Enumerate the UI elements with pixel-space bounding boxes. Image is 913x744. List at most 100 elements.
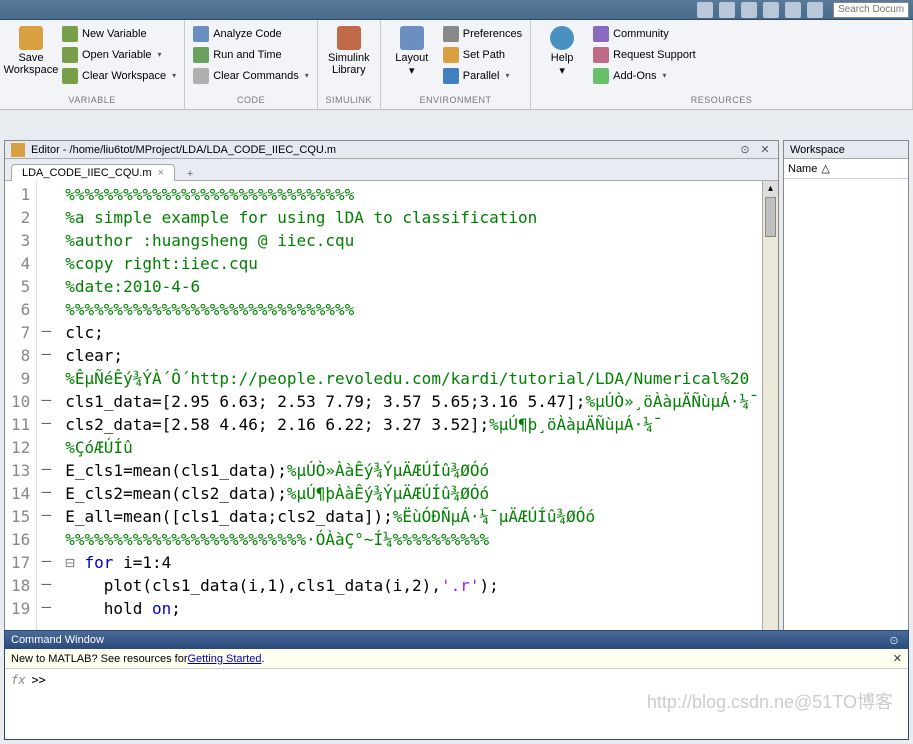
tab-label: LDA_CODE_IIEC_CQU.m [22, 167, 152, 179]
editor-doc-icon [11, 143, 25, 157]
group-caption: SIMULINK [324, 93, 374, 107]
label: Request Support [613, 49, 696, 61]
workspace-panel: Workspace Name △ [783, 140, 909, 664]
label: Clear Workspace [82, 70, 166, 82]
clear-workspace-icon [62, 68, 78, 84]
simulink-library-button[interactable]: Simulink Library [324, 24, 374, 78]
clear-commands-icon [193, 68, 209, 84]
close-panel-button[interactable]: ✕ [758, 143, 772, 157]
ribbon-group-variable: Save Workspace New Variable Open Variabl… [0, 20, 185, 109]
scroll-thumb[interactable] [765, 197, 776, 237]
label: Community [613, 28, 669, 40]
quick-icon[interactable] [741, 2, 757, 18]
getting-started-link[interactable]: Getting Started [187, 653, 261, 665]
chevron-down-icon: ▾ [172, 71, 176, 80]
code-text[interactable]: %%%%%%%%%%%%%%%%%%%%%%%%%%%%%%%a simple … [55, 181, 762, 647]
simulink-icon [337, 26, 361, 50]
label: Analyze Code [213, 28, 282, 40]
chevron-down-icon: ▾ [305, 71, 309, 80]
ribbon-group-environment: Layout ▾ Preferences Set Path Parallel▾ … [381, 20, 531, 109]
workspace-title: Workspace [790, 144, 845, 156]
workspace-column-header[interactable]: Name △ [784, 159, 908, 179]
layout-button[interactable]: Layout ▾ [387, 24, 437, 79]
community-button[interactable]: Community [591, 24, 698, 43]
label: Name [788, 163, 817, 175]
editor-title-bar: Editor - /home/liu6tot/MProject/LDA/LDA_… [5, 141, 778, 159]
chevron-down-icon: ▾ [409, 64, 415, 77]
command-input-area[interactable]: fx >> [5, 669, 908, 739]
label: New Variable [82, 28, 147, 40]
clear-workspace-button[interactable]: Clear Workspace ▾ [60, 66, 178, 85]
set-path-button[interactable]: Set Path [441, 45, 524, 64]
clear-commands-button[interactable]: Clear Commands ▾ [191, 66, 311, 85]
tab-active[interactable]: LDA_CODE_IIEC_CQU.m × [11, 164, 175, 181]
chevron-down-icon: ▾ [559, 64, 565, 77]
run-and-time-button[interactable]: Run and Time [191, 45, 311, 64]
community-icon [593, 26, 609, 42]
add-ons-button[interactable]: Add-Ons▾ [591, 66, 698, 85]
dock-button[interactable]: ⊙ [886, 634, 902, 647]
path-icon [443, 47, 459, 63]
prompt: >> [31, 673, 45, 687]
help-icon [550, 26, 574, 50]
scroll-up-icon[interactable]: ▴ [763, 181, 778, 197]
label: Open Variable [82, 49, 152, 61]
quick-icon[interactable] [697, 2, 713, 18]
layout-icon [400, 26, 424, 50]
hint-text: . [261, 653, 264, 665]
label: Parallel [463, 70, 500, 82]
dock-button[interactable]: ⊙ [738, 143, 752, 157]
close-banner-icon[interactable]: ✕ [893, 652, 902, 665]
hint-text: New to MATLAB? See resources for [11, 653, 187, 665]
add-tab-button[interactable]: + [181, 168, 199, 180]
tab-close-icon[interactable]: × [158, 167, 164, 179]
code-area: 12345678910111213141516171819 ––––––––––… [5, 181, 778, 647]
command-window: Command Window ⊙ New to MATLAB? See reso… [4, 630, 909, 740]
analyze-icon [193, 26, 209, 42]
label: Clear Commands [213, 70, 299, 82]
label: Run and Time [213, 49, 281, 61]
ribbon-group-code: Analyze Code Run and Time Clear Commands… [185, 20, 318, 109]
label: Help [551, 52, 574, 64]
parallel-icon [443, 68, 459, 84]
analyze-code-button[interactable]: Analyze Code [191, 24, 311, 43]
gear-icon [443, 26, 459, 42]
save-icon [19, 26, 43, 50]
chevron-down-icon: ▾ [663, 71, 667, 80]
quick-icon[interactable] [807, 2, 823, 18]
label: Layout [395, 52, 428, 64]
line-number-gutter: 12345678910111213141516171819 [5, 181, 37, 647]
fx-icon[interactable]: fx [11, 673, 25, 687]
parallel-button[interactable]: Parallel▾ [441, 66, 524, 85]
addons-icon [593, 68, 609, 84]
sort-asc-icon: △ [821, 162, 829, 175]
editor-title: Editor - /home/liu6tot/MProject/LDA/LDA_… [31, 144, 336, 156]
group-caption: CODE [191, 93, 311, 107]
label: Preferences [463, 28, 522, 40]
editor-tabbar: LDA_CODE_IIEC_CQU.m × + [5, 159, 778, 181]
chevron-down-icon: ▾ [158, 50, 162, 59]
quick-icon[interactable] [785, 2, 801, 18]
desk: Editor - /home/liu6tot/MProject/LDA/LDA_… [0, 140, 913, 664]
ribbon-group-resources: Help ▾ Community Request Support Add-Ons… [531, 20, 913, 109]
fold-marks: –––––––––– [37, 181, 55, 647]
request-support-button[interactable]: Request Support [591, 45, 698, 64]
ribbon: Save Workspace New Variable Open Variabl… [0, 20, 913, 110]
new-variable-button[interactable]: New Variable [60, 24, 178, 43]
group-caption: RESOURCES [537, 93, 906, 107]
title-bar [0, 0, 913, 20]
label: Simulink Library [328, 52, 370, 76]
command-window-title-bar: Command Window ⊙ [5, 631, 908, 649]
open-variable-icon [62, 47, 78, 63]
quick-icon[interactable] [719, 2, 735, 18]
label: Set Path [463, 49, 505, 61]
save-workspace-button[interactable]: Save Workspace [6, 24, 56, 78]
runtime-icon [193, 47, 209, 63]
open-variable-button[interactable]: Open Variable ▾ [60, 45, 178, 64]
preferences-button[interactable]: Preferences [441, 24, 524, 43]
quick-icon[interactable] [763, 2, 779, 18]
vertical-scrollbar[interactable]: ▴ ▾ [762, 181, 778, 647]
workspace-title-bar: Workspace [784, 141, 908, 159]
search-docs-input[interactable] [833, 2, 909, 18]
help-button[interactable]: Help ▾ [537, 24, 587, 79]
